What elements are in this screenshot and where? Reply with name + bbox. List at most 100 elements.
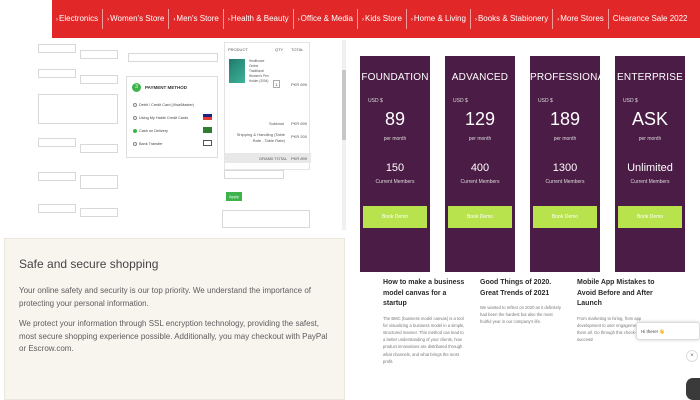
apply-coupon-button[interactable]: Apply bbox=[226, 192, 242, 201]
payment-option-bank[interactable]: Bank Transfer bbox=[133, 142, 163, 146]
order-summary: PRODUCT QTY TOTAL Healthcare Online Trad… bbox=[224, 42, 311, 170]
category-bar: ›Electronics ›Women's Store ›Men's Store… bbox=[52, 0, 700, 38]
radio-button[interactable] bbox=[133, 142, 137, 146]
nav-item-books-stationery[interactable]: ›Books & Stabionery bbox=[471, 9, 552, 29]
chat-avatar[interactable] bbox=[686, 378, 700, 400]
payment-option-habib[interactable]: Using My Habib Credit Cards bbox=[133, 116, 188, 120]
plan-members: 400 bbox=[470, 162, 490, 174]
product-price: PKR 699 bbox=[291, 82, 308, 87]
first-name-field[interactable] bbox=[38, 44, 76, 53]
plan-members-label: Current Members bbox=[630, 179, 670, 185]
shipping-label: Shipping & Handling (Table Rate - Table … bbox=[236, 132, 285, 143]
state-select[interactable] bbox=[38, 172, 76, 181]
plan-period: per month bbox=[638, 136, 662, 142]
cash-icon bbox=[203, 127, 212, 133]
plan-card-professional: PROFESSIONAL USD $ 189 per month 1300 Cu… bbox=[530, 56, 611, 272]
safe-secure-card: Safe and secure shopping Your online saf… bbox=[4, 238, 345, 400]
email-field[interactable] bbox=[38, 69, 76, 78]
nav-item-womens-store[interactable]: ›Women's Store bbox=[103, 9, 168, 29]
qty-field[interactable]: 1 bbox=[273, 80, 280, 88]
top-navigation: ›Electronics ›Women's Store ›Men's Store… bbox=[0, 0, 700, 40]
nav-item-office-media[interactable]: ›Office & Media bbox=[294, 9, 357, 29]
chevron-right-icon: › bbox=[56, 17, 58, 23]
plan-members-label: Current Members bbox=[460, 179, 500, 185]
last-name-field[interactable] bbox=[80, 50, 118, 59]
checkout-form: First Name Last Name Email Address Telep… bbox=[0, 40, 346, 230]
radio-button[interactable] bbox=[133, 116, 137, 120]
blog-post-card[interactable]: Good Things of 2020. Great Trends of 202… bbox=[480, 278, 564, 326]
blog-post-title[interactable]: How to make a business model canvas for … bbox=[383, 278, 467, 310]
city-field[interactable] bbox=[80, 144, 118, 153]
col-total-header: TOTAL bbox=[291, 47, 304, 52]
radio-button-selected[interactable] bbox=[133, 129, 137, 133]
plan-period: per month bbox=[553, 136, 577, 142]
step-badge: 3 bbox=[132, 83, 141, 92]
card-logo-icon bbox=[203, 114, 212, 120]
product-thumbnail[interactable] bbox=[229, 59, 245, 83]
nav-item-electronics[interactable]: ›Electronics bbox=[52, 9, 102, 29]
password-field[interactable] bbox=[38, 204, 76, 213]
scrollbar-thumb[interactable] bbox=[342, 70, 346, 140]
chevron-right-icon: › bbox=[474, 17, 477, 23]
plan-name: PROFESSIONAL bbox=[530, 72, 611, 83]
col-qty-header: QTY bbox=[275, 47, 284, 52]
chevron-right-icon: › bbox=[297, 17, 300, 23]
plan-members-label: Current Members bbox=[545, 179, 585, 185]
col-product-header: PRODUCT bbox=[228, 47, 248, 52]
chevron-right-icon: › bbox=[410, 17, 413, 23]
blog-post-card[interactable]: How to make a business model canvas for … bbox=[383, 278, 467, 365]
plan-price: ASK bbox=[631, 109, 669, 129]
plan-period: per month bbox=[383, 136, 407, 142]
payment-method-title: PAYMENT METHOD bbox=[145, 85, 188, 90]
subtotal-value: PKR 699 bbox=[291, 121, 308, 126]
plan-currency: USD $ bbox=[538, 98, 553, 104]
sales-rate-box bbox=[128, 53, 218, 62]
blog-post-title[interactable]: Good Things of 2020. Great Trends of 202… bbox=[480, 278, 564, 299]
plan-card-advanced: ADVANCED USD $ 129 per month 400 Current… bbox=[445, 56, 515, 272]
plan-currency: USD $ bbox=[623, 98, 638, 104]
nav-item-clearance-sale[interactable]: Clearance Sale 2022 bbox=[609, 9, 692, 29]
pricing-section: FOUNDATION USD $ 89 per month 150 Curren… bbox=[350, 44, 700, 272]
plan-name: FOUNDATION bbox=[361, 72, 429, 83]
book-demo-button[interactable]: Book Demo bbox=[448, 206, 512, 228]
plan-members: 1300 bbox=[552, 162, 578, 174]
payment-option-card[interactable]: Debit / Credit Card (Visa/Master) bbox=[133, 103, 194, 107]
plan-members-label: Current Members bbox=[375, 179, 415, 185]
chevron-right-icon: › bbox=[362, 17, 364, 23]
nav-item-kids-store[interactable]: ›Kids Store bbox=[358, 9, 406, 29]
bank-icon bbox=[203, 140, 212, 146]
address-field[interactable] bbox=[38, 94, 118, 124]
book-demo-button[interactable]: Book Demo bbox=[363, 206, 427, 228]
country-select[interactable] bbox=[80, 175, 118, 189]
radio-button[interactable] bbox=[133, 103, 137, 107]
company-field[interactable] bbox=[38, 138, 76, 147]
nav-item-home-living[interactable]: ›Home & Living bbox=[407, 9, 470, 29]
safe-secure-paragraph-1: Your online safety and security is our t… bbox=[19, 286, 312, 308]
telephone-field[interactable] bbox=[80, 75, 118, 84]
nav-item-mens-store[interactable]: ›Men's Store bbox=[169, 9, 222, 29]
coupon-field[interactable] bbox=[224, 170, 284, 179]
plan-price: 189 bbox=[549, 109, 581, 129]
plan-currency: USD $ bbox=[453, 98, 468, 104]
chat-greeting-bubble[interactable]: Hi there! 👋 bbox=[636, 322, 700, 340]
book-demo-button[interactable]: Book Demo bbox=[618, 206, 682, 228]
nav-item-health-beauty[interactable]: ›Health & Beauty bbox=[224, 9, 293, 29]
book-demo-button[interactable]: Book Demo bbox=[533, 206, 597, 228]
blog-post-title[interactable]: Mobile App Mistakes to Avoid Before and … bbox=[577, 278, 661, 310]
plan-period: per month bbox=[468, 136, 492, 142]
nav-item-more-stores[interactable]: ›More Stores bbox=[553, 9, 608, 29]
plan-name: ENTERPRISE bbox=[617, 72, 683, 83]
grand-total-label: GRAND TOTAL bbox=[259, 156, 288, 161]
safe-secure-paragraph-2: We protect your information through SSL … bbox=[19, 319, 328, 353]
subtotal-label: Subtotal bbox=[269, 121, 284, 126]
plan-card-foundation: FOUNDATION USD $ 89 per month 150 Curren… bbox=[360, 56, 430, 272]
plan-card-enterprise: ENTERPRISE USD $ ASK per month Unlimited… bbox=[615, 56, 685, 272]
confirm-password-field[interactable] bbox=[80, 208, 118, 217]
close-icon[interactable]: × bbox=[686, 350, 698, 362]
product-name: Healthcare Online Traditional Women's Pe… bbox=[249, 59, 269, 83]
plan-members: 150 bbox=[385, 162, 405, 174]
grand-total-row: GRAND TOTAL PKR 899 bbox=[225, 153, 311, 163]
comment-field[interactable] bbox=[222, 210, 310, 228]
chevron-right-icon: › bbox=[107, 17, 110, 23]
payment-option-cod[interactable]: Cash on Delivery bbox=[133, 129, 168, 133]
